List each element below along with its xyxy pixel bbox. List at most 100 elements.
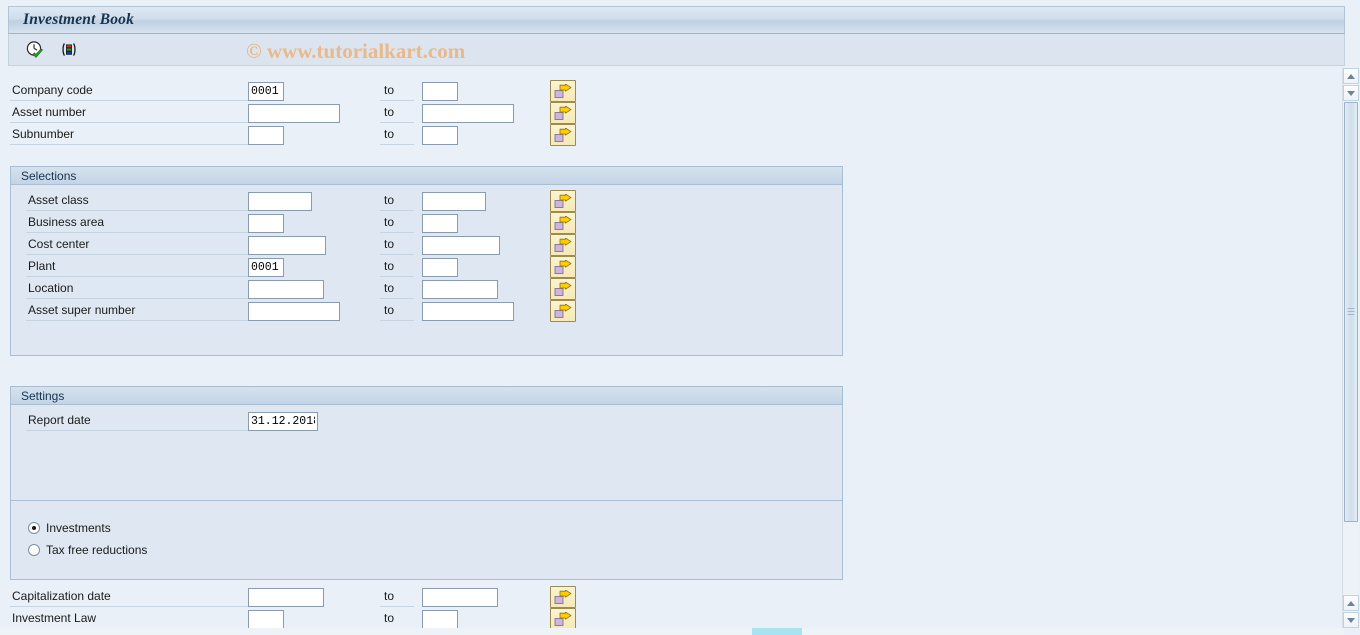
to-label: to [380,257,414,277]
selection-screen-content: Company codetoAsset numbertoSubnumbertoS… [0,68,1326,635]
multiple-selection-button[interactable] [550,124,576,146]
field-input-to[interactable] [422,587,498,607]
execute-button[interactable] [23,38,47,62]
field-input-to[interactable] [422,301,514,321]
field-input-to[interactable] [422,125,458,145]
window-title-bar: Investment Book [8,6,1345,34]
scroll-up-button-bottom[interactable] [1343,595,1359,611]
field-input-to[interactable] [422,81,458,101]
radio-option-label: Tax free reductions [46,543,148,557]
to-label: to [380,191,414,211]
radio-selected-icon [28,522,40,534]
chevron-down-icon [1347,617,1355,623]
field-input-to[interactable] [422,257,458,277]
field-input-from[interactable] [248,587,324,607]
form-row: Capitalization date to [10,586,576,608]
multiple-selection-arrow-icon [554,303,572,318]
field-input-from[interactable] [248,103,340,123]
field-label: Asset number [10,103,248,123]
field-label: Asset super number [26,301,248,321]
radio-option-label: Investments [46,521,111,535]
to-label: to [380,81,414,101]
multiple-selection-button[interactable] [550,608,576,630]
field-label: Investment Law [10,609,248,629]
to-label: to [380,213,414,233]
group-panel-title: Selections [11,167,842,185]
field-input-from[interactable] [248,81,284,101]
multiple-selection-button[interactable] [550,102,576,124]
form-row: Subnumber to [10,124,576,146]
horizontal-scrollbar-thumb[interactable] [752,628,802,635]
multiple-selection-arrow-icon [554,281,572,296]
get-variant-button[interactable] [57,38,81,62]
radio-option-investments[interactable]: Investments [28,521,111,535]
multiple-selection-arrow-icon [554,127,572,142]
scrollbar-grip-icon [1347,308,1355,317]
watermark-text: © www.tutorialkart.com [246,39,466,63]
field-input-from[interactable] [248,411,318,431]
multiple-selection-arrow-icon [554,259,572,274]
scroll-up-button[interactable] [1343,68,1359,84]
field-input-from[interactable] [248,235,326,255]
multiple-selection-arrow-icon [554,611,572,626]
form-row: Cost center to [26,234,576,256]
scrollbar-track[interactable] [1343,102,1359,594]
field-input-to[interactable] [422,103,514,123]
field-input-to[interactable] [422,213,458,233]
form-row: Business area to [26,212,576,234]
field-input-from[interactable] [248,213,284,233]
multiple-selection-button[interactable] [550,80,576,102]
form-row: Asset class to [26,190,576,212]
field-label: Cost center [26,235,248,255]
field-input-to[interactable] [422,235,500,255]
to-label: to [380,279,414,299]
multiple-selection-button[interactable] [550,190,576,212]
form-row: Plant to [26,256,576,278]
scroll-down-button[interactable] [1343,612,1359,628]
clock-check-icon [26,40,44,58]
multiple-selection-arrow-icon [554,83,572,98]
field-input-from[interactable] [248,301,340,321]
field-label: Plant [26,257,248,277]
field-input-from[interactable] [248,609,284,629]
multiple-selection-button[interactable] [550,234,576,256]
field-input-to[interactable] [422,279,498,299]
horizontal-scrollbar[interactable] [0,628,1344,635]
field-label: Company code [10,81,248,101]
variant-bars-icon [62,42,76,56]
to-label: to [380,125,414,145]
field-label: Report date [26,411,248,431]
field-input-from[interactable] [248,191,312,211]
radio-option-tax-free-reductions[interactable]: Tax free reductions [28,543,147,557]
multiple-selection-button[interactable] [550,300,576,322]
multiple-selection-arrow-icon [554,193,572,208]
form-row: Company code to [10,80,576,102]
field-input-from[interactable] [248,279,324,299]
field-label: Subnumber [10,125,248,145]
form-row: Asset super number to [26,300,576,322]
field-label: Location [26,279,248,299]
form-row: Report dateto [26,410,318,432]
field-input-from[interactable] [248,125,284,145]
page-title: Investment Book [23,11,135,28]
scrollbar-thumb[interactable] [1344,102,1358,522]
to-label: to [380,587,414,607]
field-input-to[interactable] [422,609,458,629]
group-panel-report-type [10,500,843,580]
field-input-to[interactable] [422,191,486,211]
chevron-up-icon [1347,73,1355,79]
multiple-selection-button[interactable] [550,586,576,608]
field-input-from[interactable] [248,257,284,277]
field-label: Capitalization date [10,587,248,607]
scroll-down-button-top[interactable] [1343,85,1359,101]
multiple-selection-button[interactable] [550,212,576,234]
chevron-down-icon [1347,90,1355,96]
multiple-selection-button[interactable] [550,278,576,300]
multiple-selection-button[interactable] [550,256,576,278]
vertical-scrollbar[interactable] [1342,68,1359,628]
group-panel-title: Settings [11,387,842,405]
radio-unselected-icon [28,544,40,556]
form-row: Asset number to [10,102,576,124]
multiple-selection-arrow-icon [554,215,572,230]
sap-selection-screen: Investment Book © www.tutorialkart.com C… [0,0,1360,635]
